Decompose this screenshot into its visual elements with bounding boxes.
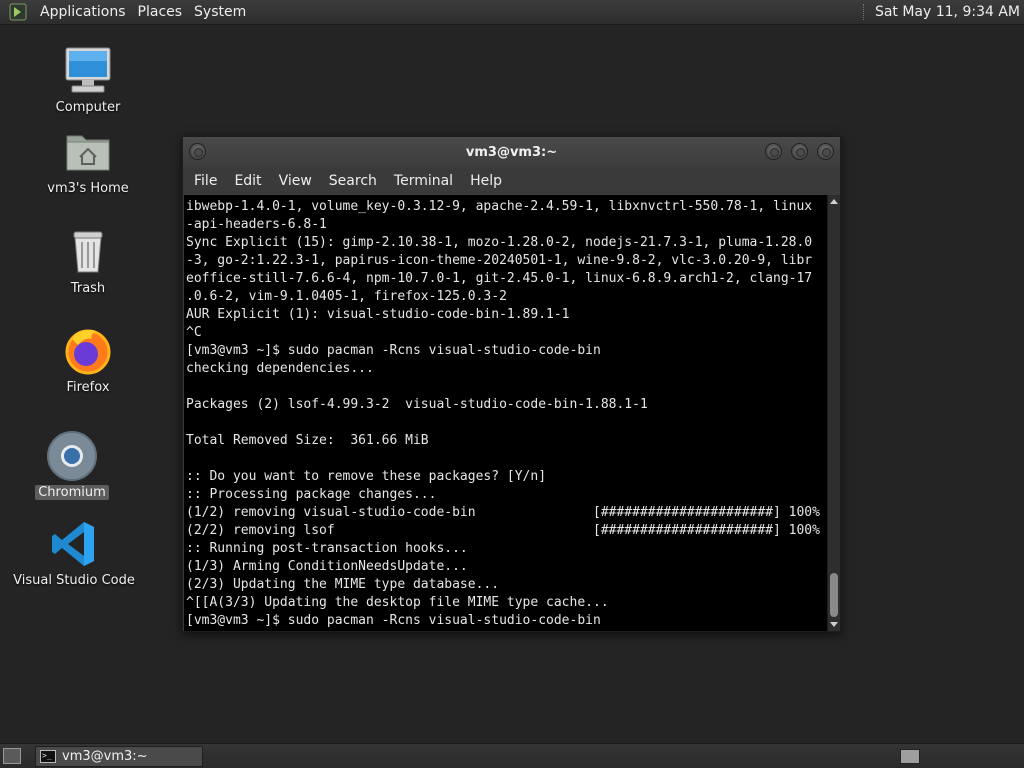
top-panel: Applications Places System Sat May 11, 9… (0, 0, 1024, 25)
scroll-down-icon[interactable] (830, 622, 838, 627)
terminal-line: AUR Explicit (1): visual-studio-code-bin… (186, 307, 570, 322)
firefox-icon (62, 325, 114, 377)
terminal-icon: >_ (40, 749, 56, 763)
menu-search[interactable]: Search (326, 173, 380, 189)
terminal-window[interactable]: vm3@vm3:~ File Edit View Search Terminal… (182, 136, 841, 632)
menu-edit[interactable]: Edit (231, 173, 264, 189)
terminal-line: [vm3@vm3 ~]$ sudo pacman -Rcns visual-st… (186, 343, 601, 358)
applications-menu[interactable]: Applications (34, 4, 132, 20)
scrollbar-thumb[interactable] (830, 573, 838, 617)
close-button[interactable] (817, 143, 834, 160)
terminal-line: ibwebp-1.4.0-1, volume_key-0.3.12-9, apa… (186, 199, 813, 214)
desktop-icon-firefox[interactable]: Firefox (28, 325, 148, 395)
terminal-line: ^[[A(3/3) Updating the desktop file MIME… (186, 595, 609, 610)
terminal-line: :: Do you want to remove these packages?… (186, 469, 547, 484)
places-menu[interactable]: Places (132, 4, 189, 20)
menu-file[interactable]: File (191, 173, 220, 189)
desktop-icon-label: Computer (55, 100, 121, 115)
show-desktop-button[interactable] (3, 748, 21, 764)
terminal-prompt-line: [vm3@vm3 ~]$ sudo pacman -Rcns visual-st… (186, 613, 601, 628)
terminal-line: -api-headers-6.8-1 (186, 217, 327, 232)
menu-terminal[interactable]: Terminal (391, 173, 456, 189)
chromium-icon (46, 430, 98, 482)
minimize-button[interactable] (765, 143, 782, 160)
terminal-scrollbar[interactable] (827, 195, 840, 631)
desktop-icon-label: Firefox (66, 380, 110, 395)
taskbar-item-label: vm3@vm3:~ (62, 748, 148, 764)
menu-help[interactable]: Help (467, 173, 505, 189)
terminal-line: checking dependencies... (186, 361, 374, 376)
terminal-line: (1/2) removing visual-studio-code-bin [#… (186, 505, 820, 520)
window-menu-icon[interactable] (189, 143, 206, 160)
terminal-line: (1/3) Arming ConditionNeedsUpdate... (186, 559, 468, 574)
taskbar-item-terminal[interactable]: >_ vm3@vm3:~ (35, 745, 203, 767)
vscode-icon (48, 518, 100, 570)
desktop-icon-computer[interactable]: Computer (28, 45, 148, 115)
terminal-line: ^C (186, 325, 202, 340)
terminal-line: :: Running post-transaction hooks... (186, 541, 468, 556)
trash-icon (62, 226, 114, 278)
desktop-icon-vscode[interactable]: Visual Studio Code (13, 518, 135, 588)
home-folder-icon (62, 126, 114, 178)
terminal-line: Sync Explicit (15): gimp-2.10.38-1, mozo… (186, 235, 813, 250)
clock[interactable]: Sat May 11, 9:34 AM (875, 4, 1024, 20)
terminal-line: eoffice-still-7.6.6-4, npm-10.7.0-1, git… (186, 271, 813, 286)
desktop-icon-trash[interactable]: Trash (28, 226, 148, 296)
menu-view[interactable]: View (276, 173, 315, 189)
terminal-line: Packages (2) lsof-4.99.3-2 visual-studio… (186, 397, 648, 412)
desktop-icon-label: Trash (70, 281, 106, 296)
desktop-icon-label: Chromium (35, 485, 109, 500)
terminal-line: (2/3) Updating the MIME type database... (186, 577, 500, 592)
terminal-output[interactable]: ibwebp-1.4.0-1, volume_key-0.3.12-9, apa… (184, 195, 827, 631)
terminal-line: (2/2) removing lsof [###################… (186, 523, 820, 538)
window-titlebar[interactable]: vm3@vm3:~ (183, 137, 840, 167)
terminal-line: -3, go-2:1.22.3-1, papirus-icon-theme-20… (186, 253, 813, 268)
terminal-line: .0.6-2, vim-9.1.0405-1, firefox-125.0.3-… (186, 289, 507, 304)
desktop-icon-chromium[interactable]: Chromium (12, 430, 132, 500)
terminal-menubar: File Edit View Search Terminal Help (183, 167, 840, 195)
distro-logo-icon[interactable] (8, 2, 28, 22)
terminal-line: :: Processing package changes... (186, 487, 437, 502)
terminal-line: Total Removed Size: 361.66 MiB (186, 433, 429, 448)
bottom-panel: >_ vm3@vm3:~ (0, 743, 1024, 768)
window-title: vm3@vm3:~ (465, 144, 558, 160)
computer-icon (62, 45, 114, 97)
scroll-up-icon[interactable] (830, 199, 838, 204)
desktop-icon-home[interactable]: vm3's Home (28, 126, 148, 196)
desktop-icon-label: Visual Studio Code (13, 573, 135, 588)
maximize-button[interactable] (791, 143, 808, 160)
workspace-switcher[interactable] (900, 748, 920, 764)
panel-separator (862, 4, 865, 20)
desktop-icon-label: vm3's Home (47, 181, 129, 196)
system-menu[interactable]: System (188, 4, 252, 20)
